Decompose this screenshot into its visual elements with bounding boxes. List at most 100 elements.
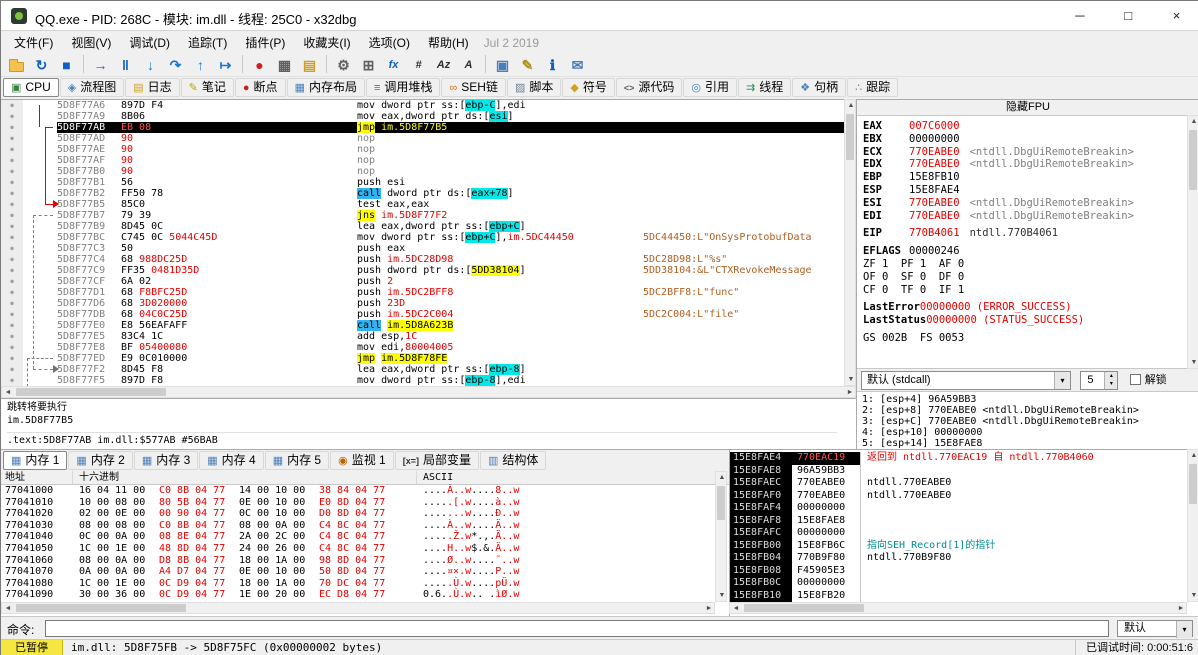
pause-icon[interactable]: ‖ [114,54,137,75]
chat-icon[interactable]: ✉ [566,54,589,75]
register-value[interactable]: 00000000 (STATUS_SUCCESS) [926,314,1084,326]
strings-search-icon[interactable]: Az [432,54,455,75]
breakpoint-dot[interactable]: ● [1,298,23,309]
stack-hscrollbar[interactable]: ◄ ► [729,602,1187,614]
argument-row[interactable]: 5: [esp+14] 15E8FAE8 [862,438,1194,449]
register-value[interactable]: 770EABE0 [909,210,960,222]
register-value[interactable]: 770EABE0 [909,197,960,209]
minimize-button[interactable]: ─ [1057,1,1102,31]
stack-row[interactable]: 15E8FB04 770B9F80 ntdll.770B9F80 [730,552,1198,565]
settings-gear-icon[interactable]: ⚙ [332,54,355,75]
disasm-row[interactable]: ● 5D8F77C3 50 push eax [1,243,844,254]
run-to-user-code-icon[interactable]: ↦ [214,54,237,75]
breakpoint-dot[interactable]: ● [1,177,23,188]
tab-log[interactable]: ▤ 日志 [125,78,180,97]
register-row[interactable]: GS 002B FS 0053 [863,332,1193,345]
disasm-row[interactable]: ● 5D8F77E8 BF 05400080 mov edi,80004005 [1,342,844,353]
stack-hscrollbar-arrow-right[interactable]: ► [1175,603,1187,615]
patches-icon[interactable]: # [407,54,430,75]
breakpoint-dot[interactable]: ● [1,265,23,276]
tab-locals[interactable]: [x=] 局部变量 [394,451,480,470]
log-icon[interactable]: ▤ [298,54,321,75]
disasm-row[interactable]: ● 5D8F77E5 83C4 1C add esp,1C [1,331,844,342]
stack-vscrollbar-arrow-down[interactable]: ▼ [1188,590,1198,602]
registers-vscrollbar-thumb[interactable] [1189,130,1197,190]
breakpoint-dot[interactable]: ● [1,287,23,298]
tab-memory-map[interactable]: ▦ 内存布局 [286,78,365,97]
calling-convention-dropdown[interactable]: 默认 (stdcall) ▾ [861,371,1071,390]
breakpoint-dot[interactable]: ● [1,144,23,155]
stack-row[interactable]: 15E8FAF0 770EABE0 ntdll.770EABE0 [730,489,1198,502]
register-value[interactable]: 770EABE0 [909,158,960,170]
command-input[interactable] [45,620,1109,637]
breakpoint-dot[interactable]: ● [1,221,23,232]
screenshot-icon[interactable]: ▣ [491,54,514,75]
register-value[interactable]: 007C6000 [909,120,960,132]
checkbox-icon[interactable] [1129,374,1141,385]
stack-row[interactable]: 15E8FB0C 00000000 [730,577,1198,590]
calculator-icon[interactable]: ⊞ [357,54,380,75]
disasm-row[interactable]: ● 5D8F77F5 897D F8 mov dword ptr ss:[ebp-8]… [1,375,844,386]
register-value[interactable]: 15E8FB10 [909,171,960,183]
font-icon[interactable]: A [457,54,480,75]
tab-cpu[interactable]: ▣ CPU [3,78,59,97]
disasm-row[interactable]: ● 5D8F77B5 85C0 test eax,eax [1,199,844,210]
tab-breakpoints[interactable]: ● 断点 [234,78,286,97]
memory-row[interactable]: 77041000 16 04 11 00 C0 8B 04 77 14 00 10 0… [1,485,729,497]
register-row[interactable]: ZF 1 PF 1 AF 0 [863,258,1193,271]
argument-count-spinner[interactable]: 5 ▴ ▾ [1080,371,1119,390]
menu-item[interactable]: 调试(D) [120,31,179,54]
registers-vscrollbar[interactable]: ▲ ▼ [1187,115,1198,369]
disasm-hscrollbar-arrow-left[interactable]: ◄ [2,387,14,399]
register-row[interactable]: EDX 770EABE0 <ntdll.DbgUiRemoteBreakin> [863,158,1193,171]
breakpoint-dot[interactable]: ● [1,232,23,243]
memory-row[interactable]: 77041020 02 00 0E 00 00 90 04 77 0C 00 10 0… [1,508,729,520]
disasm-row[interactable]: ● 5D8F77AE 90 nop [1,144,844,155]
chevron-down-icon[interactable]: ▾ [1176,621,1192,638]
tab-seh[interactable]: ∞ SEH链 [441,78,506,97]
tab-memory-5[interactable]: ▦ 内存 5 [264,451,330,470]
memory-map-icon[interactable]: ▦ [273,54,296,75]
memory-hscrollbar-arrow-left[interactable]: ◄ [2,603,14,615]
tab-watch-1[interactable]: ◉ 监视 1 [330,451,394,470]
breakpoint-dot[interactable]: ● [1,342,23,353]
argument-row[interactable]: 2: [esp+8] 770EABE0 <ntdll.DbgUiRemoteBr… [862,405,1194,416]
register-row[interactable]: EFLAGS 00000246 [863,245,1193,258]
menu-item[interactable]: 追踪(T) [179,31,236,54]
register-row[interactable]: EBP 15E8FB10 [863,171,1193,184]
maximize-button[interactable]: □ [1106,1,1151,31]
memory-vscrollbar-arrow-up[interactable]: ▲ [716,472,728,484]
open-file-icon[interactable] [5,54,28,75]
tab-references[interactable]: ◎ 引用 [683,78,738,97]
disasm-hscrollbar-thumb[interactable] [16,388,166,396]
disasm-row[interactable]: ● 5D8F77E0 E8 56EAFAFF call im.5D8A623B [1,320,844,331]
tab-struct[interactable]: ▥ 结构体 [480,451,547,470]
memory-row[interactable]: 77041070 0A 00 0A 00 A4 D7 04 77 0E 00 10 0… [1,566,729,578]
disasm-row[interactable]: ● 5D8F77A6 897D F4 mov dword ptr ss:[ebp-C]… [1,100,844,111]
memory-vscrollbar-arrow-down[interactable]: ▼ [716,590,728,602]
menu-item[interactable]: 文件(F) [5,31,62,54]
tab-memory-3[interactable]: ▦ 内存 3 [133,451,199,470]
stack-row[interactable]: 15E8FAE8 96A59BB3 [730,464,1198,477]
tab-memory-2[interactable]: ▦ 内存 2 [68,451,133,470]
disasm-row[interactable]: ● 5D8F77D1 68 F8BFC25D push im.5DC2BFF8 5DC2… [1,287,844,298]
register-row[interactable]: OF 0 SF 0 DF 0 [863,271,1193,284]
disasm-row[interactable]: ● 5D8F77C4 68 988DC25D push im.5DC28D98 5DC2… [1,254,844,265]
menu-item[interactable]: 选项(O) [360,31,419,54]
tab-memory-1[interactable]: ▦ 内存 1 [3,451,68,470]
notes-icon[interactable]: ✎ [516,54,539,75]
command-profile-dropdown[interactable]: 默认 ▾ [1117,620,1193,638]
register-row[interactable]: ECX 770EABE0 <ntdll.DbgUiRemoteBreakin> [863,146,1193,159]
disasm-row[interactable]: ● 5D8F77C9 FF35 0481D35D push dword ptr ds:… [1,265,844,276]
disasm-row[interactable]: ● 5D8F77B2 FF50 78 call dword ptr ds:[eax+7… [1,188,844,199]
breakpoint-dot[interactable]: ● [1,166,23,177]
disasm-vscrollbar-arrow-down[interactable]: ▼ [845,374,857,386]
help-icon[interactable]: ℹ [541,54,564,75]
register-row[interactable]: EBX 00000000 [863,133,1193,146]
chevron-down-icon[interactable]: ▾ [1054,372,1070,389]
disasm-row[interactable]: ● 5D8F77DB 68 04C0C25D push im.5DC2C004 5DC2… [1,309,844,320]
unlock-checkbox[interactable]: 解锁 [1129,371,1167,390]
registers-vscrollbar-arrow-up[interactable]: ▲ [1188,116,1198,128]
register-row[interactable]: EIP 770B4061 ntdll.770B4061 [863,227,1193,240]
fx-icon[interactable]: fx [382,54,405,75]
